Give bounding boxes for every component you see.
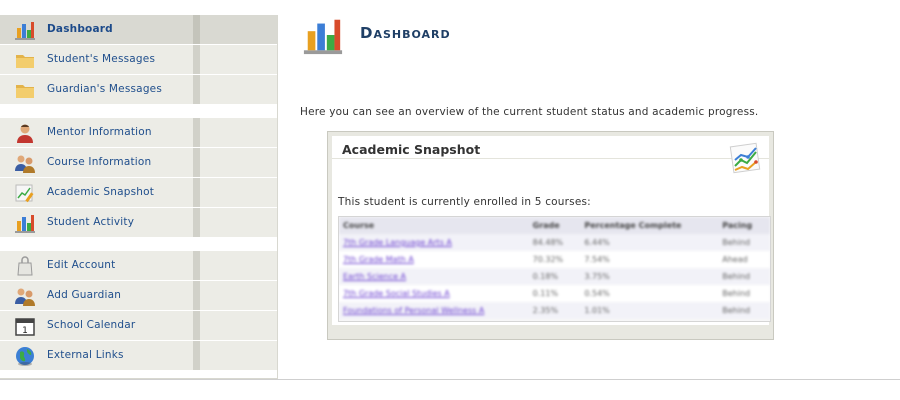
nav-group-separator: [0, 238, 277, 251]
line-chart-icon: [729, 142, 763, 176]
sidebar-item-label: Student's Messages: [47, 53, 156, 65]
nav-divider: [193, 341, 200, 370]
nav-group-account: Edit Account Add Guardian School Calenda…: [0, 251, 277, 371]
sidebar-item-label: School Calendar: [47, 319, 136, 331]
course-link[interactable]: Foundations of Personal Wellness A: [343, 306, 484, 315]
calendar-icon: [14, 315, 36, 337]
footer-divider: [0, 379, 900, 380]
intro-text: Here you can see an overview of the curr…: [300, 106, 759, 118]
sidebar-item-label: Course Information: [47, 156, 152, 168]
sidebar-item-academic-snapshot[interactable]: Academic Snapshot: [0, 178, 277, 208]
chart-pen-icon: [14, 182, 36, 204]
pacing-cell: Ahead: [718, 251, 770, 268]
complete-cell: 6.44%: [580, 234, 719, 251]
bar-chart-icon: [14, 212, 36, 234]
nav-divider: [193, 15, 200, 44]
nav-divider: [193, 178, 200, 207]
sidebar-item-guardians-messages[interactable]: Guardian's Messages: [0, 75, 277, 105]
nav-divider: [193, 118, 200, 147]
sidebar-item-mentor-information[interactable]: Mentor Information: [0, 118, 277, 148]
sidebar-item-label: External Links: [47, 349, 124, 361]
course-link[interactable]: 7th Grade Social Studies A: [343, 289, 450, 298]
academic-snapshot-panel: Academic Snapshot This student is curren…: [327, 131, 774, 340]
sidebar-item-edit-account[interactable]: Edit Account: [0, 251, 277, 281]
table-row: Earth Science A 0.18% 3.75% Behind: [339, 268, 770, 285]
snapshot-header: Academic Snapshot: [332, 136, 769, 159]
sidebar-item-student-activity[interactable]: Student Activity: [0, 208, 277, 238]
nav-divider: [193, 75, 200, 104]
sidebar-item-external-links[interactable]: External Links: [0, 341, 277, 371]
sidebar-item-label: Student Activity: [47, 216, 135, 228]
people-icon: [14, 285, 36, 307]
table-row: 7th Grade Math A 70.32% 7.54% Ahead: [339, 251, 770, 268]
sidebar-item-label: Dashboard: [47, 23, 113, 35]
course-link[interactable]: 7th Grade Language Arts A: [343, 238, 452, 247]
nav-divider: [193, 311, 200, 340]
bar-chart-icon: [14, 19, 36, 41]
course-table-container: Course Grade Percentage Complete Pacing …: [338, 216, 771, 322]
complete-cell: 3.75%: [580, 268, 719, 285]
folder-icon: [14, 49, 36, 71]
column-header-course: Course: [339, 217, 529, 234]
nav-divider: [193, 148, 200, 177]
course-table: Course Grade Percentage Complete Pacing …: [339, 217, 770, 319]
table-row: 7th Grade Social Studies A 0.11% 0.54% B…: [339, 285, 770, 302]
column-header-percentage-complete: Percentage Complete: [580, 217, 719, 234]
bag-icon: [14, 255, 36, 277]
table-row: Foundations of Personal Wellness A 2.35%…: [339, 302, 770, 319]
pacing-cell: Behind: [718, 302, 770, 319]
nav-group-student: Mentor Information Course Information Ac…: [0, 118, 277, 238]
sidebar-item-label: Academic Snapshot: [47, 186, 155, 198]
grade-cell: 0.18%: [528, 268, 581, 285]
sidebar-item-label: Add Guardian: [47, 289, 122, 301]
column-header-grade: Grade: [528, 217, 581, 234]
pacing-cell: Behind: [718, 285, 770, 302]
page-title: Dashboard: [360, 24, 451, 42]
column-header-pacing: Pacing: [718, 217, 770, 234]
course-link[interactable]: 7th Grade Math A: [343, 255, 414, 264]
pacing-cell: Behind: [718, 234, 770, 251]
enrollment-text: This student is currently enrolled in 5 …: [338, 196, 591, 208]
nav-divider: [193, 251, 200, 280]
table-row: 7th Grade Language Arts A 84.48% 6.44% B…: [339, 234, 770, 251]
sidebar-item-students-messages[interactable]: Student's Messages: [0, 45, 277, 75]
sidebar-item-add-guardian[interactable]: Add Guardian: [0, 281, 277, 311]
complete-cell: 0.54%: [580, 285, 719, 302]
nav-group-messages: Dashboard Student's Messages Guardian's …: [0, 15, 277, 105]
snapshot-content: Academic Snapshot This student is curren…: [332, 136, 771, 325]
course-link[interactable]: Earth Science A: [343, 272, 406, 281]
folder-icon: [14, 79, 36, 101]
globe-icon: [14, 345, 36, 367]
grade-cell: 84.48%: [528, 234, 581, 251]
person-icon: [14, 122, 36, 144]
complete-cell: 7.54%: [580, 251, 719, 268]
bar-chart-icon: [302, 14, 344, 56]
people-icon: [14, 152, 36, 174]
sidebar-item-label: Edit Account: [47, 259, 116, 271]
snapshot-title: Academic Snapshot: [342, 142, 481, 157]
grade-cell: 2.35%: [528, 302, 581, 319]
sidebar-item-label: Mentor Information: [47, 126, 152, 138]
sidebar-item-label: Guardian's Messages: [47, 83, 163, 95]
sidebar-item-dashboard[interactable]: Dashboard: [0, 15, 277, 45]
nav-divider: [193, 281, 200, 310]
grade-cell: 0.11%: [528, 285, 581, 302]
sidebar-nav: Dashboard Student's Messages Guardian's …: [0, 15, 278, 379]
pacing-cell: Behind: [718, 268, 770, 285]
sidebar-item-school-calendar[interactable]: School Calendar: [0, 311, 277, 341]
nav-divider: [193, 208, 200, 237]
table-header-row: Course Grade Percentage Complete Pacing: [339, 217, 770, 234]
grade-cell: 70.32%: [528, 251, 581, 268]
nav-group-separator: [0, 105, 277, 118]
complete-cell: 1.01%: [580, 302, 719, 319]
nav-divider: [193, 45, 200, 74]
sidebar-item-course-information[interactable]: Course Information: [0, 148, 277, 178]
